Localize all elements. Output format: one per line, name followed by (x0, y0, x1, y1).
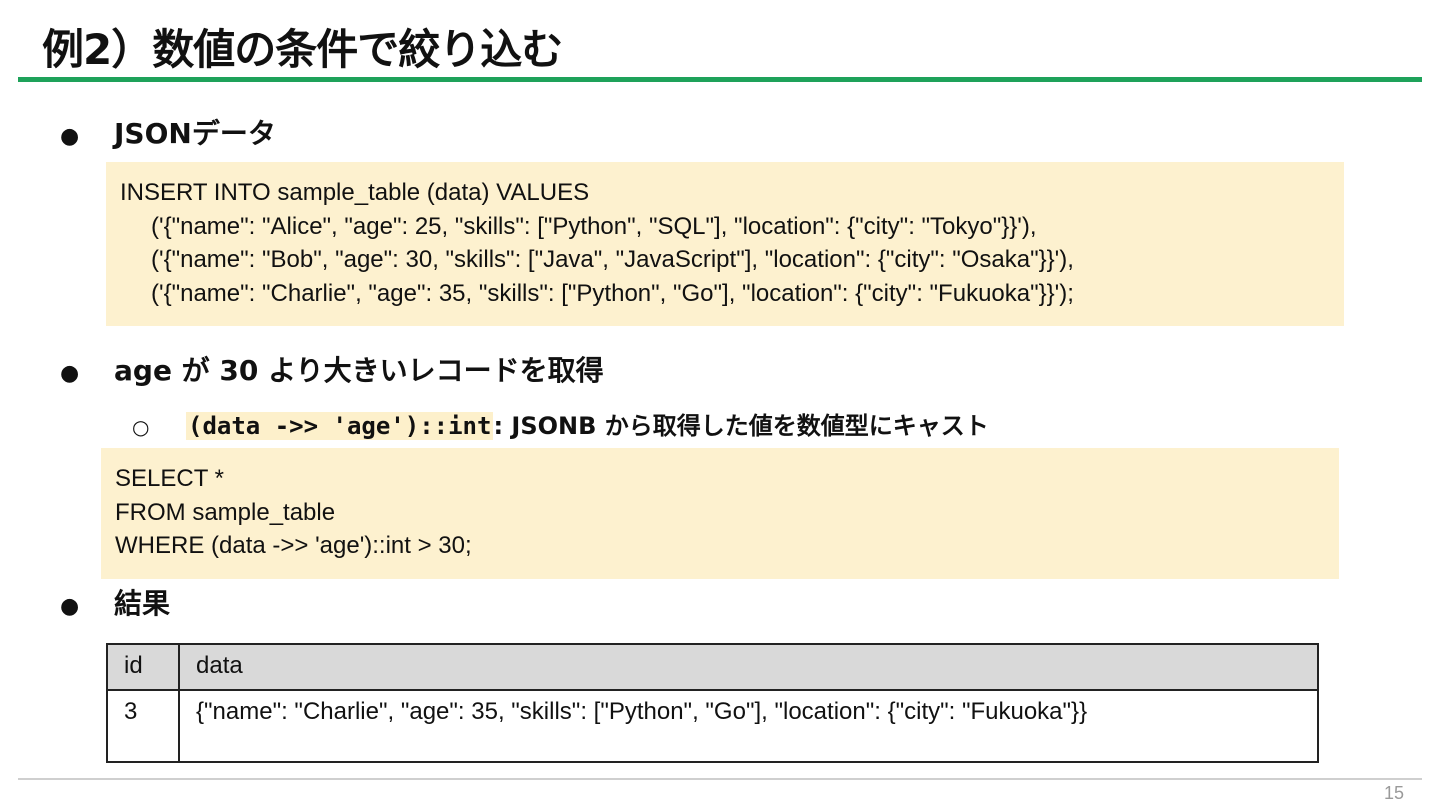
bullet-ring-icon: ○ (132, 415, 150, 439)
code-line: ('{"name": "Alice", "age": 25, "skills":… (151, 212, 1037, 240)
bullet-dot-icon: ● (60, 124, 80, 149)
sub-bullet-cast-note: ○ (data ->> 'age')::int: JSONB から取得した値を数値… (132, 408, 989, 445)
bullet-result: ● 結果 (60, 586, 170, 625)
bullet-filter: ● age が 30 より大きいレコードを取得 (60, 353, 604, 392)
code-line: ('{"name": "Charlie", "age": 35, "skills… (151, 279, 1074, 307)
code-line: FROM sample_table (115, 498, 336, 526)
bullet-json-data-label: JSONデータ (114, 117, 276, 150)
table-row: 3 {"name": "Charlie", "age": 35, "skills… (106, 689, 1319, 763)
title-underline (18, 77, 1422, 82)
code-line: WHERE (data ->> 'age')::int > 30; (115, 532, 472, 559)
bullet-dot-icon: ● (60, 361, 80, 386)
code-line: INSERT INTO sample_table (data) VALUES (120, 179, 590, 206)
column-header-data: data (178, 643, 1319, 691)
result-table: id data 3 {"name": "Charlie", "age": 35,… (106, 643, 1319, 763)
insert-code-block: INSERT INTO sample_table (data) VALUES ('… (106, 162, 1344, 326)
page-number: 15 (1383, 783, 1404, 803)
table-header-row: id data (106, 643, 1319, 691)
cell-data: {"name": "Charlie", "age": 35, "skills":… (178, 689, 1319, 763)
select-code-block: SELECT * FROM sample_table WHERE (data ->>… (101, 448, 1339, 579)
footer-divider (18, 778, 1422, 780)
slide-title: 例2）数値の条件で絞り込む (42, 25, 563, 74)
cast-expression-code: (data ->> 'age')::int (186, 412, 494, 440)
bullet-dot-icon: ● (60, 594, 80, 619)
bullet-result-label: 結果 (114, 587, 171, 620)
code-line: ('{"name": "Bob", "age": 30, "skills": [… (151, 246, 1074, 273)
bullet-json-data: ● JSONデータ (60, 116, 276, 155)
code-line: SELECT * (115, 465, 224, 492)
bullet-filter-label: age が 30 より大きいレコードを取得 (114, 354, 604, 387)
cast-note-text: : JSONB から取得した値を数値型にキャスト (493, 412, 989, 440)
column-header-id: id (106, 643, 180, 691)
cell-id: 3 (106, 689, 180, 763)
